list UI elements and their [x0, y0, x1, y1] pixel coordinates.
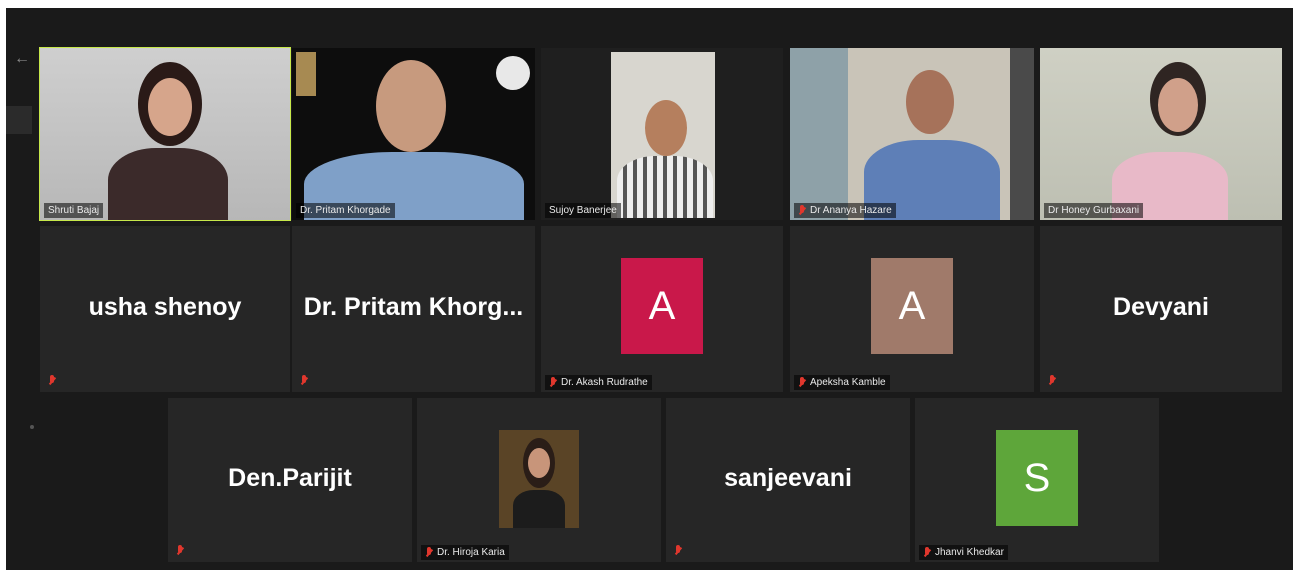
participant-tile-jhanvi-khedkar[interactable]: S Jhanvi Khedkar — [915, 398, 1159, 562]
logo-icon — [296, 52, 316, 96]
participant-tile-usha-shenoy[interactable]: usha shenoy — [40, 226, 290, 392]
video-feed — [292, 48, 535, 220]
side-dot — [30, 425, 34, 429]
participant-name: Den.Parijit — [228, 464, 352, 493]
participant-tile-apeksha-kamble[interactable]: A Apeksha Kamble — [790, 226, 1034, 392]
avatar: A — [871, 258, 953, 354]
participant-label: Dr Honey Gurbaxani — [1044, 203, 1144, 218]
side-panel-handle[interactable] — [6, 106, 32, 134]
mic-muted-icon — [1048, 375, 1056, 386]
mic-muted-icon — [549, 377, 557, 388]
video-feed — [40, 48, 290, 220]
mic-muted-icon — [48, 375, 56, 386]
mic-muted-icon — [923, 547, 931, 558]
participant-tile-pritam-khorg[interactable]: Dr. Pritam Khorg... — [292, 226, 535, 392]
participant-name: usha shenoy — [88, 293, 242, 322]
mic-muted-icon — [674, 545, 682, 556]
participant-label: Jhanvi Khedkar — [919, 545, 1008, 560]
participant-label: Dr. Akash Rudrathe — [545, 375, 652, 390]
participant-name: Devyani — [1113, 293, 1209, 322]
participant-label: Shruti Bajaj — [44, 203, 104, 218]
participant-label: Dr Ananya Hazare — [794, 203, 896, 218]
avatar: S — [996, 430, 1078, 526]
mic-muted-icon — [798, 377, 806, 388]
video-tile-honey-gurbaxani[interactable]: Dr Honey Gurbaxani — [1040, 48, 1282, 220]
participant-name: Dr. Pritam Khorg... — [303, 293, 524, 322]
mic-muted-icon — [300, 375, 308, 386]
participant-tile-devyani[interactable]: Devyani — [1040, 226, 1282, 392]
video-tile-ananya-hazare[interactable]: Dr Ananya Hazare — [790, 48, 1034, 220]
participant-label: Dr. Pritam Khorgade — [296, 203, 395, 218]
video-feed — [541, 48, 783, 220]
video-tile-shruti-bajaj[interactable]: Shruti Bajaj — [39, 47, 291, 221]
video-feed — [1040, 48, 1282, 220]
participant-label: Dr. Hiroja Karia — [421, 545, 509, 560]
mic-muted-icon — [425, 547, 433, 558]
avatar: A — [621, 258, 703, 354]
badge-icon — [496, 56, 530, 90]
participant-tile-sanjeevani[interactable]: sanjeevani — [666, 398, 910, 562]
participant-name: sanjeevani — [724, 464, 852, 493]
participant-tile-akash-rudrathe[interactable]: A Dr. Akash Rudrathe — [541, 226, 783, 392]
participant-tile-hiroja-karia[interactable]: Dr. Hiroja Karia — [417, 398, 661, 562]
participant-tile-den-parijit[interactable]: Den.Parijit — [168, 398, 412, 562]
mic-muted-icon — [176, 545, 184, 556]
mic-muted-icon — [798, 205, 806, 216]
video-tile-pritam-khorgade[interactable]: Dr. Pritam Khorgade — [292, 48, 535, 220]
back-arrow-icon[interactable]: ← — [14, 50, 30, 68]
participant-label: Apeksha Kamble — [794, 375, 890, 390]
video-tile-sujoy-banerjee[interactable]: Sujoy Banerjee — [541, 48, 783, 220]
profile-photo — [499, 430, 579, 528]
video-feed — [790, 48, 1034, 220]
participant-label: Sujoy Banerjee — [545, 203, 621, 218]
